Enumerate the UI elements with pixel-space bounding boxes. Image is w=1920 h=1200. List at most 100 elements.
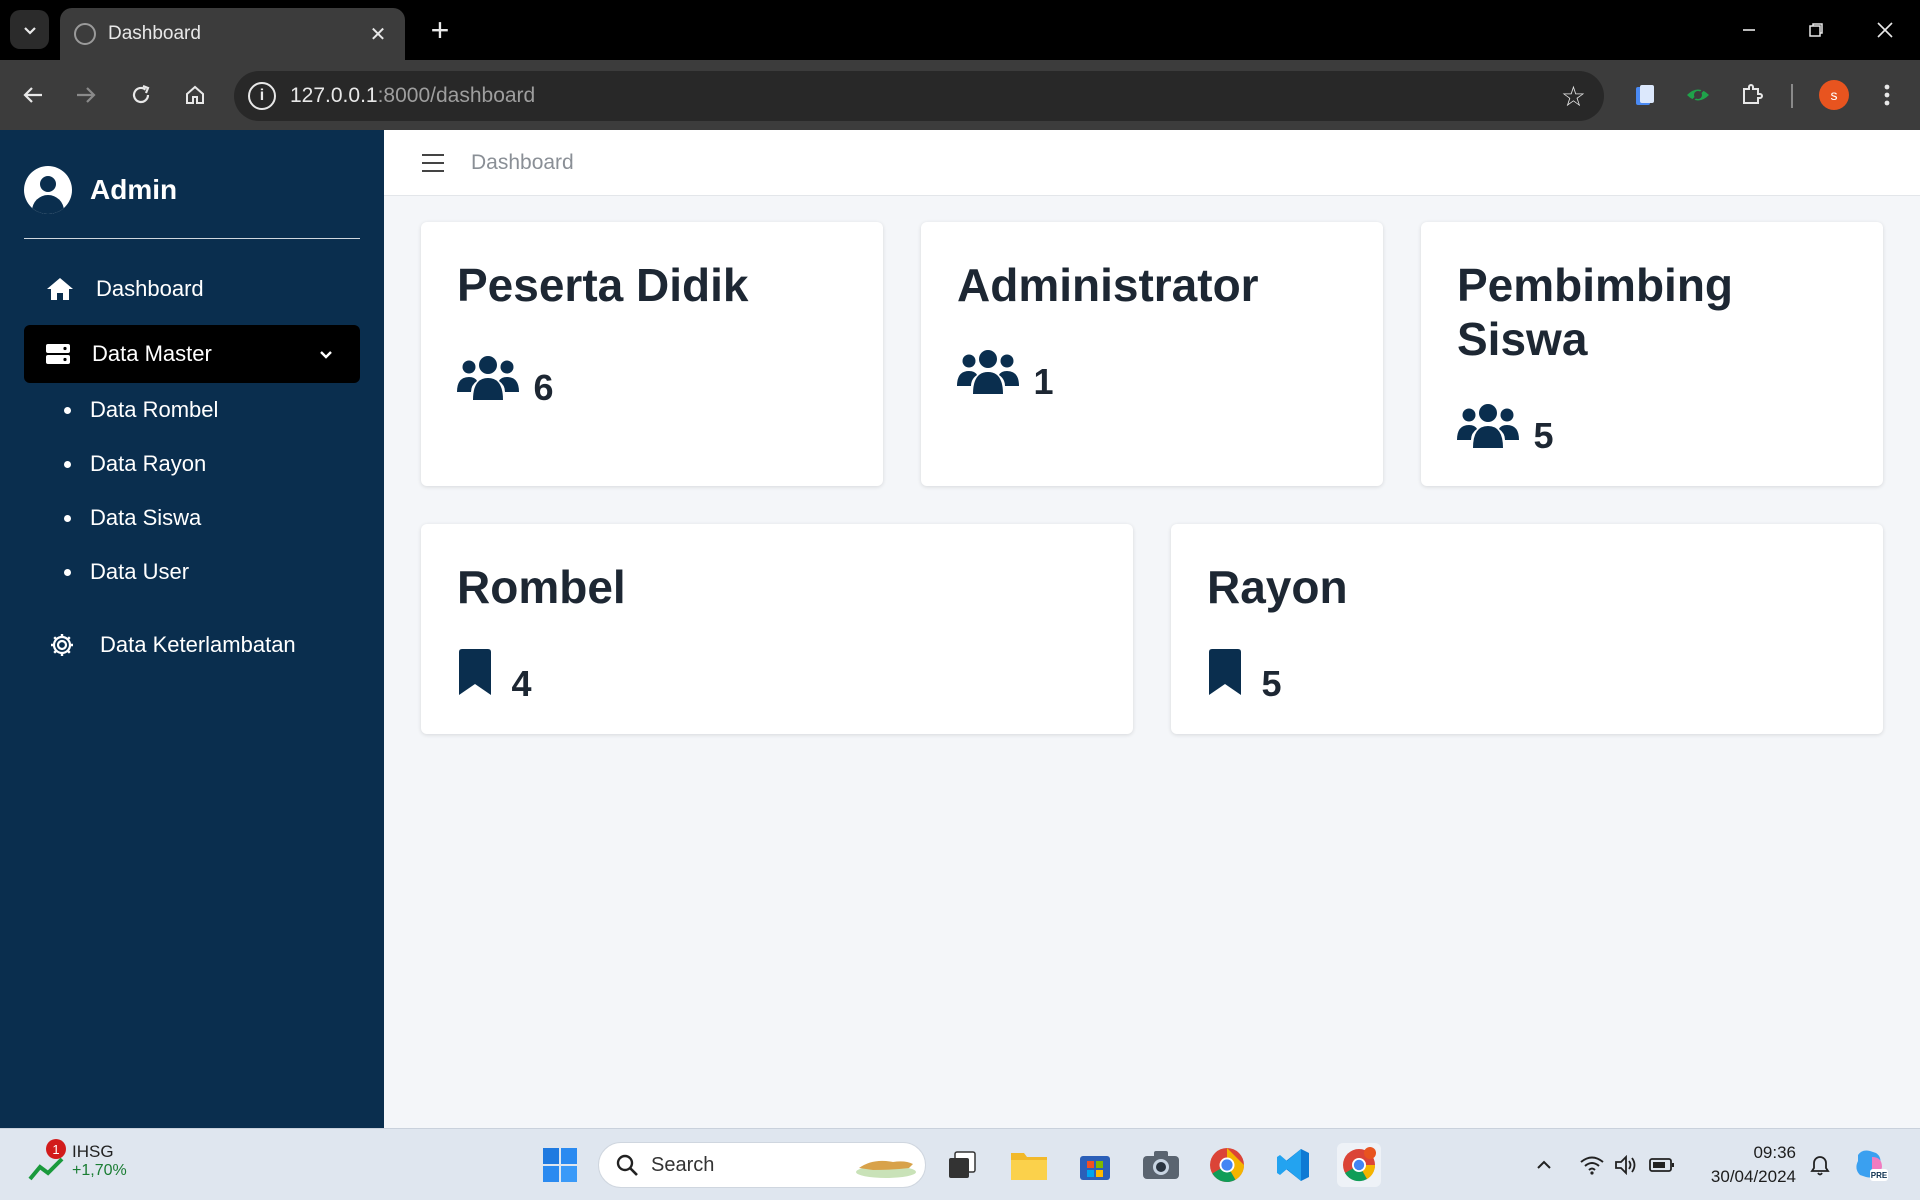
toolbar-separator [1791, 84, 1793, 108]
server-icon [42, 343, 74, 365]
browser-toolbar: i 127.0.0.1:8000/dashboard ☆ [0, 60, 1920, 130]
minimize-icon [1743, 29, 1755, 31]
sidebar-brand[interactable]: Admin [24, 166, 177, 214]
notifications-icon[interactable] [1798, 1143, 1842, 1187]
rombel-stat: 4 [457, 648, 531, 705]
card-title: Administrator [957, 259, 1259, 311]
tab-search-button[interactable] [10, 10, 49, 49]
card-value: 4 [511, 663, 532, 704]
card-title: Rombel [457, 561, 626, 613]
sidebar-subitem-data-rombel[interactable]: Data Rombel [64, 390, 218, 430]
card-value: 1 [1033, 361, 1054, 402]
sidebar-subitem-data-user[interactable]: Data User [64, 552, 189, 592]
extension-clipboard-icon[interactable] [1625, 76, 1663, 114]
reload-button[interactable] [120, 74, 162, 116]
top-navbar: Dashboard [384, 130, 1920, 196]
cheetah-search-highlight-icon [856, 1160, 916, 1178]
hamburger-menu-icon[interactable] [422, 154, 444, 172]
users-icon [457, 356, 519, 400]
stock-change: +1,70% [72, 1162, 127, 1179]
extensions-puzzle-icon[interactable] [1733, 76, 1771, 114]
extension-eye-icon[interactable] [1679, 76, 1717, 114]
battery-icon[interactable] [1640, 1143, 1684, 1187]
camera-icon[interactable] [1139, 1143, 1183, 1187]
url-text: 127.0.0.1:8000/dashboard [290, 84, 536, 107]
breadcrumb[interactable]: Dashboard [471, 151, 574, 175]
browser-tab-bar: Dashboard ✕ + [0, 0, 1920, 60]
task-view-icon[interactable] [940, 1143, 984, 1187]
sidebar-item-dashboard[interactable]: Dashboard [24, 260, 360, 318]
users-icon [957, 350, 1019, 394]
peserta-didik-stat: 6 [457, 352, 553, 409]
close-icon [1877, 22, 1893, 38]
bullet-icon [64, 514, 71, 522]
main-content: Dashboard Peserta Didik Administrator Pe… [384, 130, 1920, 1128]
bookmark-icon [459, 649, 491, 695]
bookmark-star-icon[interactable]: ☆ [1561, 80, 1586, 113]
forward-button[interactable] [65, 74, 107, 116]
globe-icon [74, 23, 96, 45]
browser-tab-dashboard[interactable]: Dashboard ✕ [60, 8, 405, 60]
minimize-button[interactable] [1724, 8, 1774, 52]
windows-logo-icon [543, 1148, 577, 1182]
card-value: 5 [1261, 663, 1282, 704]
home-button[interactable] [174, 74, 216, 116]
sidebar: Admin Dashboard Data Master Data Rombel … [0, 130, 384, 1128]
user-circle-icon [24, 166, 72, 214]
profile-avatar[interactable]: s [1819, 80, 1849, 110]
show-hidden-icons-chevron-icon[interactable] [1522, 1143, 1566, 1187]
bullet-icon [64, 406, 71, 414]
copilot-icon[interactable]: PRE [1848, 1143, 1892, 1187]
card-value: 5 [1533, 415, 1554, 456]
bullet-icon [64, 460, 71, 468]
address-bar[interactable]: i 127.0.0.1:8000/dashboard ☆ [234, 71, 1604, 121]
sidebar-item-label: Data Keterlambatan [100, 632, 296, 657]
sidebar-subitem-data-rayon[interactable]: Data Rayon [64, 444, 206, 484]
card-title: Pembimbing Siswa [1457, 259, 1734, 365]
arrow-right-icon [77, 87, 96, 103]
home-icon [44, 277, 76, 301]
taskbar-search[interactable]: Search [598, 1142, 926, 1188]
card-title: Rayon [1207, 561, 1348, 613]
file-explorer-icon[interactable] [1007, 1143, 1051, 1187]
chevron-down-icon [318, 343, 334, 369]
restore-button[interactable] [1791, 8, 1841, 52]
vscode-icon[interactable] [1271, 1143, 1315, 1187]
browser-menu-icon[interactable] [1868, 76, 1906, 114]
tab-close-icon[interactable]: ✕ [365, 22, 391, 47]
site-info-icon[interactable]: i [248, 82, 276, 110]
microsoft-store-icon[interactable] [1073, 1143, 1117, 1187]
home-icon [186, 85, 204, 104]
sidebar-item-data-keterlambatan[interactable]: Data Keterlambatan [24, 616, 360, 674]
notification-badge: 1 [46, 1139, 66, 1159]
system-clock[interactable]: 09:36 30/04/2024 [1696, 1141, 1796, 1189]
clock-time: 09:36 [1753, 1143, 1796, 1162]
windows-taskbar: 1 IHSG +1,70% Search 09:36 30/04/2024 PR… [0, 1128, 1920, 1200]
sidebar-item-label: Data Master [92, 341, 212, 366]
arrow-left-icon [23, 87, 42, 103]
users-icon [1457, 404, 1519, 448]
back-button[interactable] [12, 74, 54, 116]
stock-name: IHSG [72, 1142, 114, 1161]
search-label: Search [651, 1153, 715, 1176]
reload-icon [132, 84, 150, 104]
pembimbing-siswa-stat: 5 [1457, 400, 1553, 457]
chevron-down-icon [23, 26, 36, 35]
stock-widget[interactable]: 1 IHSG +1,70% [28, 1139, 127, 1183]
new-tab-button[interactable]: + [420, 10, 460, 50]
administrator-stat: 1 [957, 346, 1053, 403]
rayon-stat: 5 [1207, 648, 1281, 705]
close-window-button[interactable] [1860, 8, 1910, 52]
tab-title: Dashboard [108, 23, 201, 44]
chrome-profile-icon[interactable] [1337, 1143, 1381, 1187]
card-value: 6 [533, 367, 554, 408]
bullet-icon [64, 568, 71, 576]
search-icon [616, 1154, 638, 1176]
card-title: Peserta Didik [457, 259, 749, 311]
brand-divider [24, 238, 360, 239]
sidebar-item-data-master[interactable]: Data Master [24, 325, 360, 383]
sidebar-subitem-data-siswa[interactable]: Data Siswa [64, 498, 201, 538]
start-button[interactable] [538, 1143, 582, 1187]
sidebar-item-label: Dashboard [96, 276, 204, 301]
chrome-icon[interactable] [1205, 1143, 1249, 1187]
